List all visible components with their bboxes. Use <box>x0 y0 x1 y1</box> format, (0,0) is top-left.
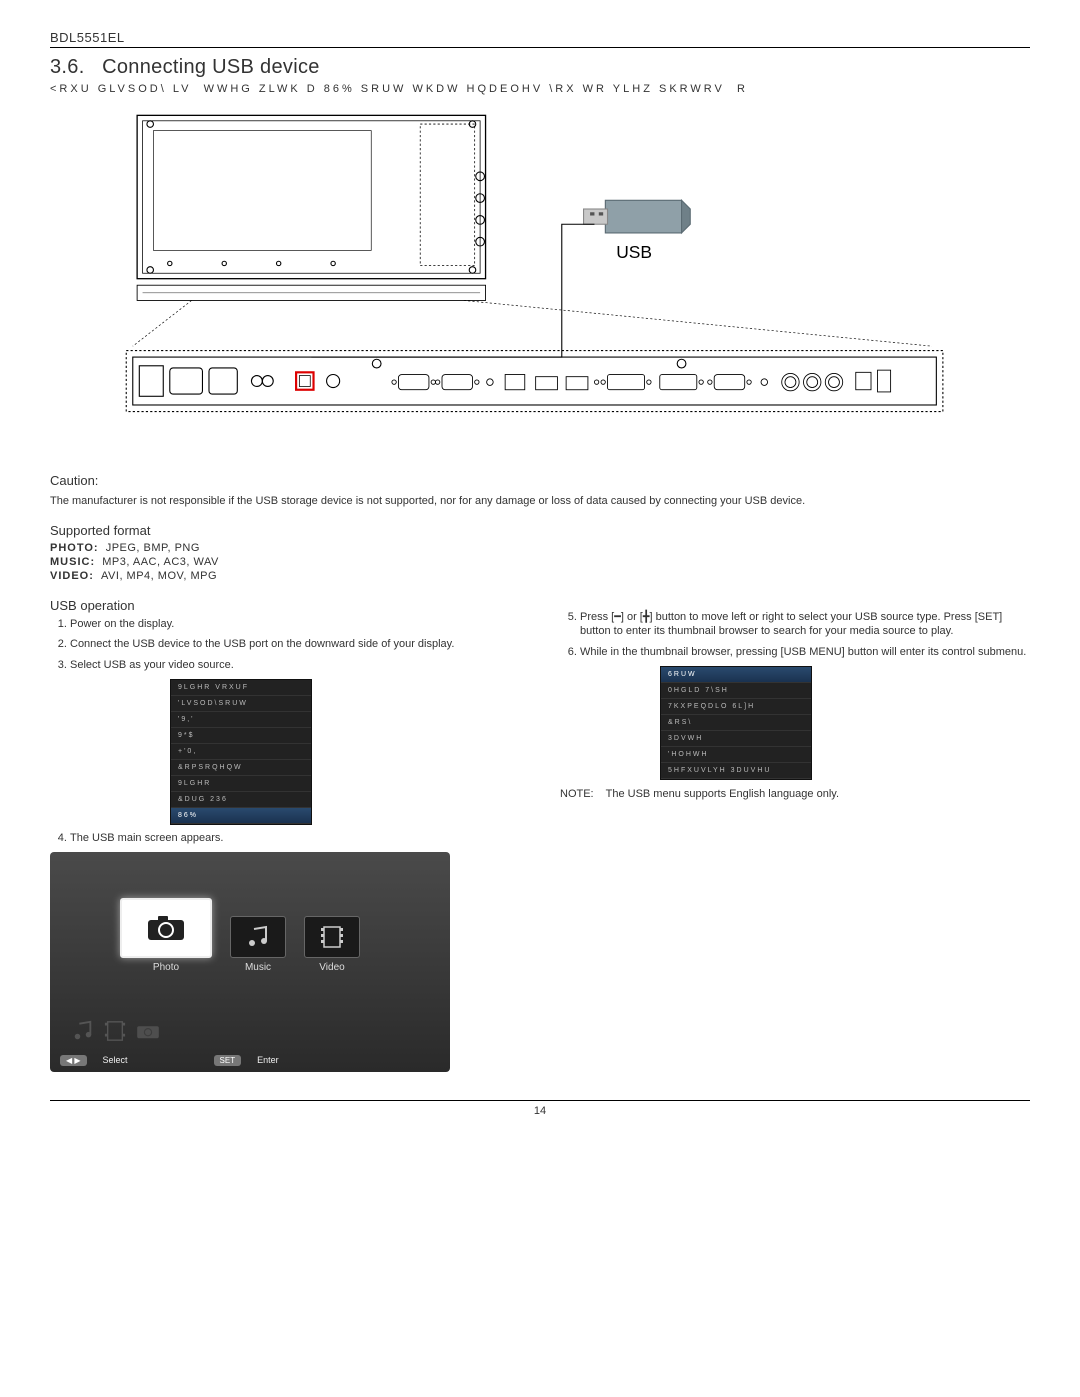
section-heading: Connecting USB device <box>102 56 320 78</box>
section-number: 3.6. <box>50 56 85 78</box>
step-6: While in the thumbnail browser, pressing… <box>580 645 1030 660</box>
tile-label: Video <box>319 962 344 973</box>
menu-item: 3DVWH <box>661 731 811 747</box>
usb-label: USB <box>616 242 652 262</box>
film-icon <box>320 925 344 949</box>
video-source-menu: 9LGHR VRXUF 'LVSOD\SRUW '9,' 9*$ +'0, &R… <box>170 679 312 825</box>
tile-video: Video <box>304 916 360 973</box>
tile-label: Photo <box>153 962 179 973</box>
music-icon <box>246 925 270 949</box>
menu-item: 'HOHWH <box>661 747 811 763</box>
menu-item: &DUG 236 <box>171 792 311 808</box>
menu-item: 9*$ <box>171 728 311 744</box>
format-video: VIDEO: AVI, MP4, MOV, MPG <box>50 570 1030 582</box>
step-2: Connect the USB device to the USB port o… <box>70 637 520 652</box>
menu-item: 7KXPEQDLO 6L]H <box>661 699 811 715</box>
step-1: Power on the display. <box>70 617 520 632</box>
usb-operation-title: USB operation <box>50 598 520 613</box>
menu-item: 'LVSOD\SRUW <box>171 696 311 712</box>
enter-label: Enter <box>257 1055 279 1065</box>
connection-diagram: USB <box>50 111 1030 438</box>
note-label: NOTE: <box>560 788 594 800</box>
sort-menu: 6RUW 0HGLD 7\SH 7KXPEQDLO 6L]H &RS\ 3DVW… <box>660 666 812 780</box>
menu-item: 0HGLD 7\SH <box>661 683 811 699</box>
select-label: Select <box>103 1055 128 1065</box>
format-music: MUSIC: MP3, AAC, AC3, WAV <box>50 556 1030 568</box>
step-3: Select USB as your video source. <box>70 658 520 673</box>
header-model: BDL5551EL <box>50 30 1030 48</box>
menu-item: 9LGHR VRXUF <box>171 680 311 696</box>
menu-item: &RPSRQHQW <box>171 760 311 776</box>
menu-item: 9LGHR <box>171 776 311 792</box>
menu-item: 6RUW <box>661 667 811 683</box>
intro-garbled-text: <RXU GLVSOD\ LV WWHG ZLWK D 86% SRUW WKD… <box>50 83 1030 95</box>
camera-icon <box>146 914 186 942</box>
nav-pill: ◀ ▶ <box>60 1055 87 1066</box>
tile-photo: Photo <box>120 898 212 973</box>
note-body: The USB menu supports English language o… <box>606 788 839 800</box>
tile-label: Music <box>245 962 271 973</box>
caution-body: The manufacturer is not responsible if t… <box>50 494 1030 509</box>
caution-title: Caution: <box>50 473 1030 488</box>
usb-thumb-icons <box>72 1020 160 1042</box>
menu-item-selected: 86% <box>171 808 311 824</box>
camera-icon <box>136 1022 160 1040</box>
step-5: Press [━] or [╋] button to move left or … <box>580 610 1030 640</box>
music-icon <box>72 1020 94 1042</box>
supported-format-title: Supported format <box>50 523 1030 538</box>
menu-item: &RS\ <box>661 715 811 731</box>
tile-music: Music <box>230 916 286 973</box>
film-icon <box>104 1020 126 1042</box>
format-photo: PHOTO: JPEG, BMP, PNG <box>50 542 1030 554</box>
menu-item: +'0, <box>171 744 311 760</box>
menu-item: '9,' <box>171 712 311 728</box>
usb-drive-icon <box>584 200 691 233</box>
section-title: 3.6. Connecting USB device <box>50 56 1030 79</box>
menu-item: 5HFXUVLYH 3DUVHU <box>661 763 811 779</box>
usb-bottom-bar: ◀ ▶ Select SET Enter <box>60 1055 440 1066</box>
usb-main-screen: Photo Music <box>50 852 450 1072</box>
step-4: The USB main screen appears. <box>70 831 520 846</box>
page-footer: 14 <box>50 1100 1030 1117</box>
set-pill: SET <box>214 1055 242 1066</box>
